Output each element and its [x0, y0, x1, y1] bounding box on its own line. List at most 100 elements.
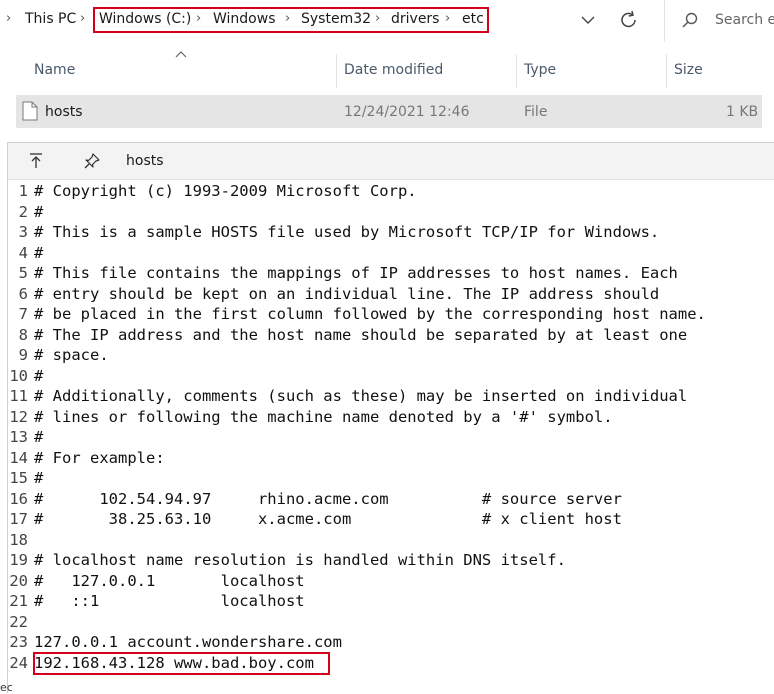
line-text: # The IP address and the host name shoul…	[34, 325, 688, 344]
editor-line[interactable]: 16 # 102.54.94.97 rhino.acme.com # source…	[8, 489, 774, 510]
editor-line[interactable]: 18	[8, 530, 774, 551]
file-size: 1 KB	[726, 104, 759, 120]
editor-line[interactable]: 23 127.0.0.1 account.wondershare.com	[8, 632, 774, 653]
editor-line[interactable]: 15 #	[8, 468, 774, 489]
file-date-modified: 12/24/2021 12:46	[344, 104, 470, 120]
line-text: # This is a sample HOSTS file used by Mi…	[34, 223, 660, 241]
chevron-down-icon[interactable]	[578, 8, 598, 32]
line-number: 22	[9, 612, 28, 631]
column-divider[interactable]	[336, 54, 337, 88]
line-number: 7	[18, 305, 28, 323]
line-text: # 102.54.94.97 rhino.acme.com # source s…	[34, 489, 622, 508]
editor-line[interactable]: 8 # The IP address and the host name shou…	[8, 325, 774, 346]
address-bar: › This PC › Windows (C:) › Windows › Sys…	[0, 0, 774, 42]
line-text: 127.0.0.1 account.wondershare.com	[34, 633, 342, 651]
line-number: 15	[9, 469, 28, 487]
line-number: 10	[9, 366, 28, 385]
line-text: # Copyright (c) 1993-2009 Microsoft Corp…	[34, 182, 417, 200]
notepad-title: hosts	[126, 153, 164, 169]
line-number: 13	[9, 428, 28, 446]
line-text: # entry should be kept on an individual …	[34, 284, 660, 303]
expand-up-icon[interactable]	[26, 151, 46, 171]
line-text: #	[34, 366, 44, 385]
line-number: 19	[9, 551, 28, 569]
path-highlight-box	[93, 7, 489, 33]
editor-line[interactable]: 19 # localhost name resolution is handled…	[8, 550, 774, 571]
line-number: 16	[9, 489, 28, 508]
line-text: # This file contains the mappings of IP …	[34, 264, 678, 282]
editor-line[interactable]: 11 # Additionally, comments (such as thes…	[8, 386, 774, 407]
line-number: 14	[9, 448, 28, 467]
line-number: 6	[18, 284, 28, 303]
editor-line[interactable]: 17 # 38.25.63.10 x.acme.com # x client ho…	[8, 509, 774, 530]
entry-highlight-box	[33, 652, 330, 675]
editor-line[interactable]: 4 #	[8, 243, 774, 264]
notepad-window: hosts 1 # Copyright (c) 1993-2009 Microso…	[7, 142, 774, 693]
line-text: # lines or following the machine name de…	[34, 407, 613, 426]
editor-line[interactable]: 21 # ::1 localhost	[8, 591, 774, 612]
line-text: # space.	[34, 346, 109, 364]
line-number: 9	[18, 346, 28, 364]
line-text: #	[34, 469, 44, 487]
line-number: 12	[9, 407, 28, 426]
editor-line[interactable]: 7 # be placed in the first column followe…	[8, 304, 774, 325]
line-text: # Additionally, comments (such as these)…	[34, 387, 688, 405]
line-number: 18	[9, 530, 28, 549]
file-icon	[22, 101, 38, 121]
editor-line[interactable]: 5 # This file contains the mappings of IP…	[8, 263, 774, 284]
line-number: 11	[9, 387, 28, 405]
line-text: # ::1 localhost	[34, 592, 305, 610]
column-header-size[interactable]: Size	[674, 62, 703, 78]
line-number: 20	[9, 571, 28, 590]
line-text: # 127.0.0.1 localhost	[34, 571, 305, 590]
editor-line[interactable]: 6 # entry should be kept on an individual…	[8, 284, 774, 305]
line-number: 2	[18, 202, 28, 221]
line-number: 17	[9, 510, 28, 528]
editor-line[interactable]: 10 #	[8, 366, 774, 387]
line-number: 5	[18, 264, 28, 282]
search-box[interactable]: Search et	[664, 0, 774, 42]
line-number: 3	[18, 223, 28, 241]
column-header-type[interactable]: Type	[524, 62, 556, 78]
chevron-right-icon[interactable]: ›	[80, 11, 85, 26]
column-header-date-modified[interactable]: Date modified	[344, 62, 443, 78]
editor-line[interactable]: 2 #	[8, 202, 774, 223]
editor-line[interactable]: 9 # space.	[8, 345, 774, 366]
notepad-titlebar: hosts	[8, 143, 774, 180]
file-type: File	[524, 104, 548, 120]
line-text: # For example:	[34, 448, 165, 467]
editor-line[interactable]: 3 # This is a sample HOSTS file used by M…	[8, 222, 774, 243]
line-number: 1	[18, 182, 28, 200]
line-text: #	[34, 202, 44, 221]
column-header-name[interactable]: Name	[34, 62, 75, 78]
line-number: 23	[9, 633, 28, 651]
editor-line[interactable]: 22	[8, 612, 774, 633]
search-input[interactable]: Search et	[715, 12, 774, 28]
chevron-right-icon[interactable]: ›	[6, 11, 11, 26]
refresh-icon[interactable]	[618, 8, 640, 32]
editor-line[interactable]: 12 # lines or following the machine name …	[8, 407, 774, 428]
text-editor[interactable]: 1 # Copyright (c) 1993-2009 Microsoft Cor…	[8, 181, 774, 693]
column-divider[interactable]	[516, 54, 517, 88]
editor-line[interactable]: 20 # 127.0.0.1 localhost	[8, 571, 774, 592]
line-number: 4	[18, 243, 28, 262]
search-icon	[682, 12, 698, 28]
line-text: # 38.25.63.10 x.acme.com # x client host	[34, 510, 622, 528]
file-name: hosts	[45, 104, 83, 120]
column-divider[interactable]	[666, 54, 667, 88]
line-number: 8	[18, 325, 28, 344]
pin-icon[interactable]	[82, 151, 102, 171]
edge-fragment-text: ec	[0, 681, 13, 694]
editor-line[interactable]: 14 # For example:	[8, 448, 774, 469]
file-row-hosts[interactable]: hosts 12/24/2021 12:46 File 1 KB	[16, 95, 762, 128]
editor-line[interactable]: 1 # Copyright (c) 1993-2009 Microsoft Cor…	[8, 181, 774, 202]
line-text: #	[34, 243, 44, 262]
editor-line[interactable]: 13 #	[8, 427, 774, 448]
column-headers: Name Date modified Type Size	[0, 50, 774, 90]
breadcrumb-this-pc[interactable]: This PC	[25, 11, 76, 27]
line-text: # localhost name resolution is handled w…	[34, 551, 566, 569]
line-number: 21	[9, 592, 28, 610]
line-text: # be placed in the first column followed…	[34, 305, 706, 323]
line-number: 24	[9, 653, 28, 672]
line-text: #	[34, 428, 44, 446]
